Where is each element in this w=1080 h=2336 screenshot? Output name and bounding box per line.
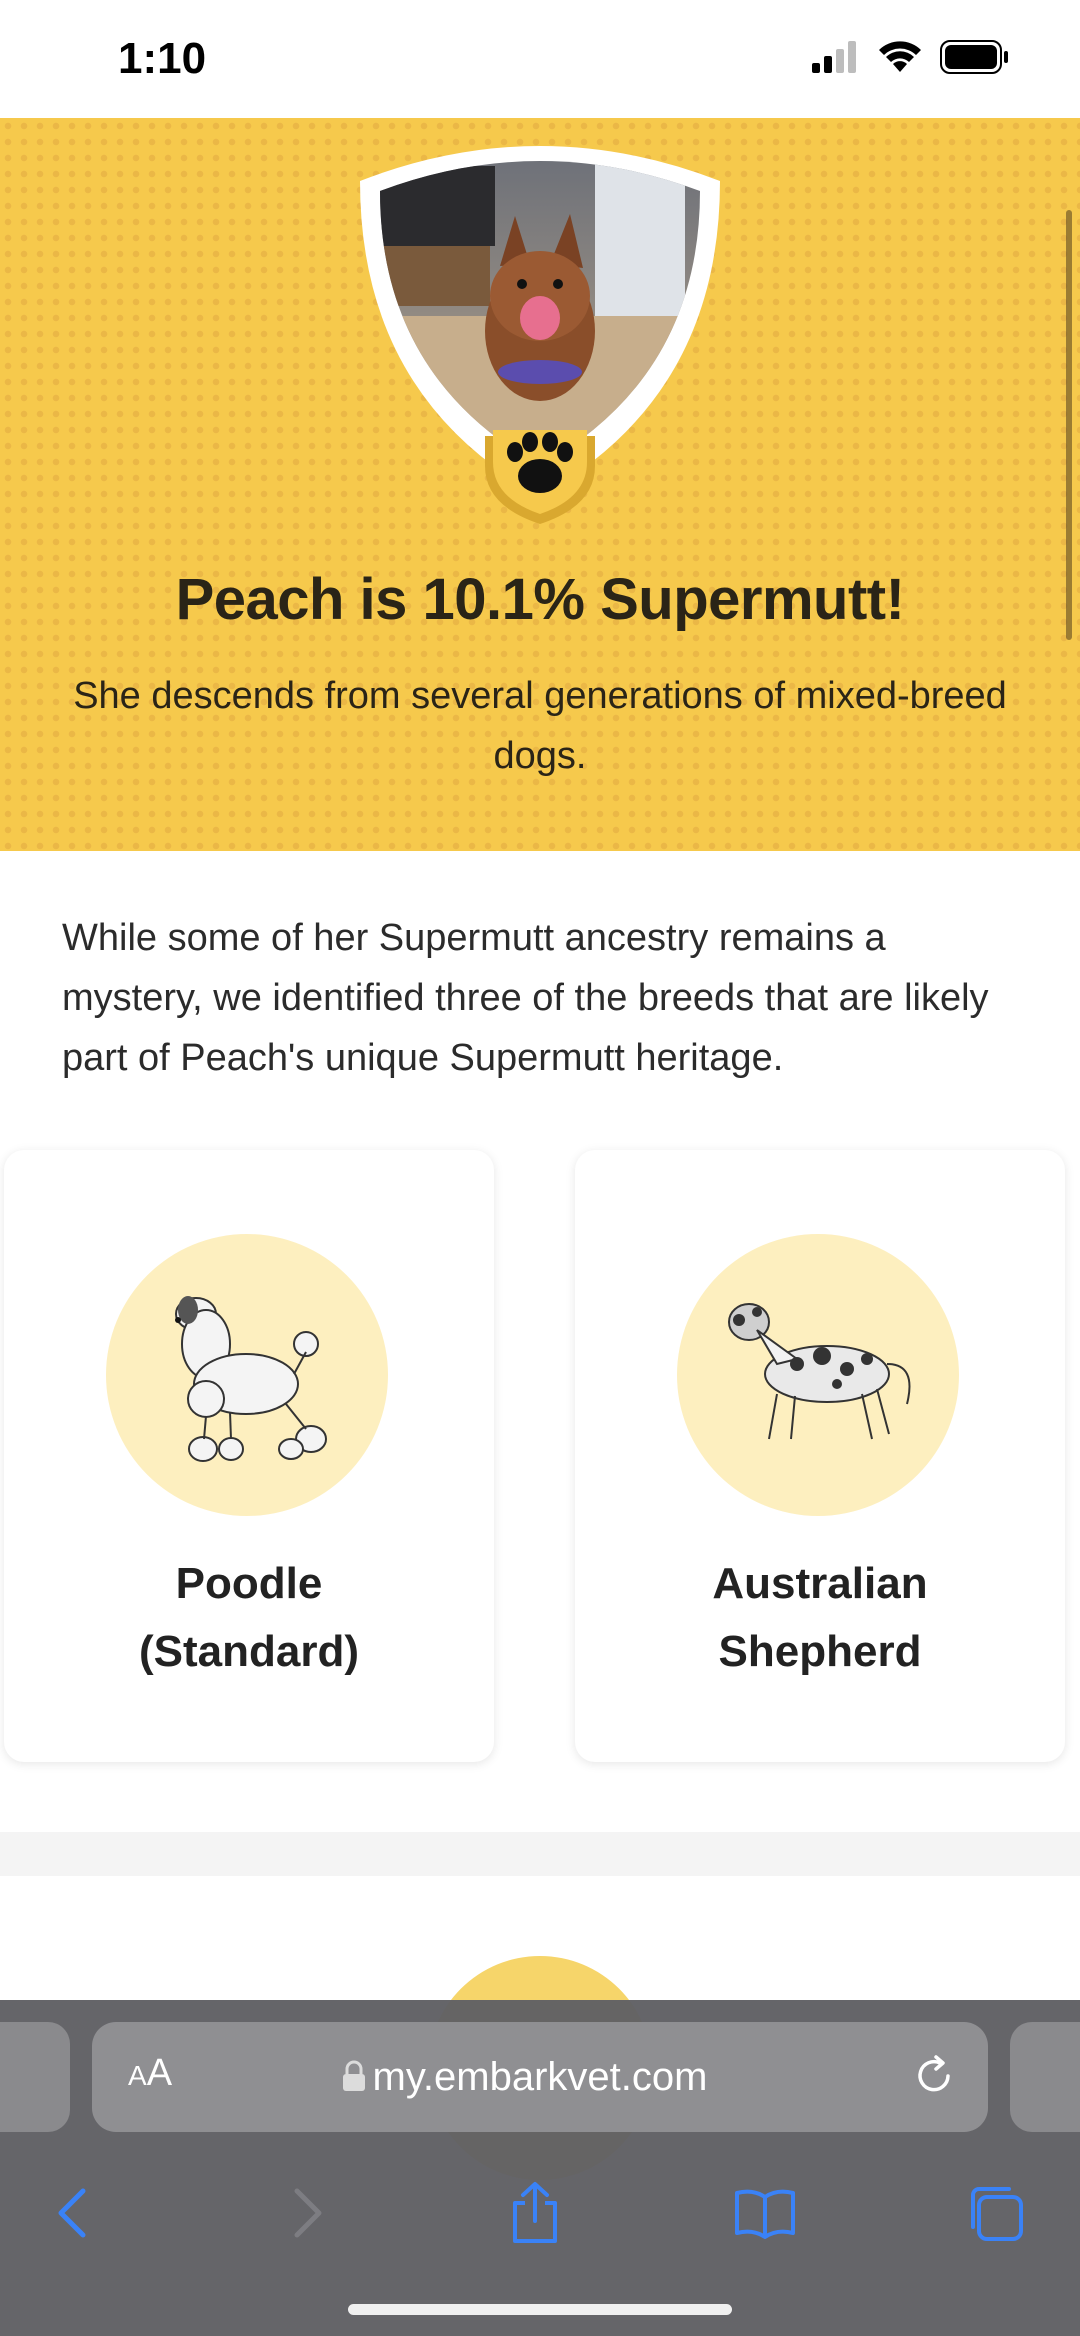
previous-tab-preview[interactable] [0,2022,70,2132]
home-indicator[interactable] [348,2304,732,2315]
tabs-icon [971,2187,1023,2241]
bookmarks-button[interactable] [720,2168,810,2258]
url-text: my.embarkvet.com [372,2055,708,2099]
breed-name-line1: Poodle [175,1559,323,1608]
breed-card-australian-shepherd[interactable]: Australian Shepherd [575,1150,1065,1762]
poodle-illustration-icon [175,1296,327,1462]
chevron-right-icon [294,2188,322,2238]
tabs-button[interactable] [950,2168,1040,2258]
page-scrollbar[interactable] [1066,210,1072,640]
forward-button[interactable] [262,2168,352,2258]
book-icon [735,2189,795,2239]
supermutt-subtitle: She descends from several generations of… [73,675,1007,777]
australian-shepherd-illustration-icon [728,1303,911,1440]
breed-card-poodle[interactable]: Poodle (Standard) [4,1150,494,1762]
status-bar: 1:10 [0,0,1080,118]
breed-name: Poodle (Standard) [4,1550,494,1686]
next-tab-preview[interactable] [1010,2022,1080,2132]
breed-name-line2: (Standard) [139,1627,359,1676]
share-icon [513,2182,557,2243]
breed-name-line1: Australian [712,1559,928,1608]
wifi-icon [879,41,921,72]
supermutt-title: Peach is 10.1% Supermutt! [175,567,905,632]
browser-toolbar [0,2168,1080,2258]
breed-cards-row: Poodle (Standard) Australian Shepherd [0,1150,1080,1780]
chevron-left-icon [58,2188,86,2238]
ancestry-intro-text: While some of her Supermutt ancestry rem… [62,917,989,1079]
share-button[interactable] [490,2168,580,2258]
breed-image-circle [677,1234,959,1516]
back-button[interactable] [28,2168,118,2258]
breed-image-circle [106,1234,388,1516]
cellular-signal-icon [812,41,856,73]
breed-name-line2: Shepherd [718,1627,922,1676]
lock-icon [343,2060,365,2091]
battery-icon [940,40,1008,74]
paw-badge [485,430,595,524]
breed-name: Australian Shepherd [575,1550,1065,1686]
address-bar[interactable]: AA my.embarkvet.com [92,2022,988,2132]
section-divider [0,1832,1080,1876]
dog-photo-shield [360,146,720,524]
status-icons [812,40,1010,74]
browser-bottom-bar: AA my.embarkvet.com [0,2000,1080,2336]
supermutt-hero: Peach is 10.1% Supermutt! She descends f… [0,118,1080,851]
reload-icon[interactable] [910,2052,958,2100]
status-time: 1:10 [118,34,207,83]
